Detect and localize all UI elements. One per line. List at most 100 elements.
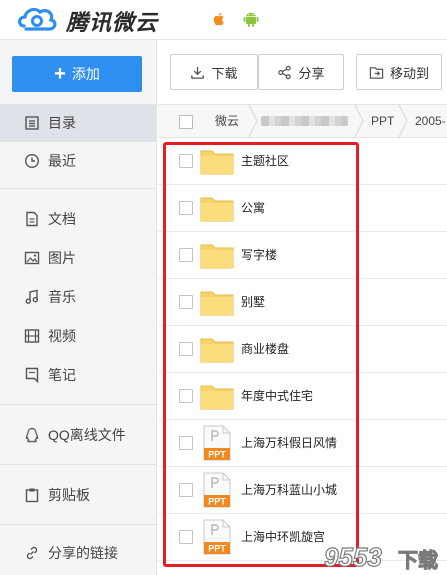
sidebar-item-notes[interactable]: 笔记 [0, 356, 156, 394]
row-checkbox[interactable] [179, 342, 193, 356]
link-icon [26, 546, 38, 560]
sidebar-item-label: 视频 [48, 328, 76, 344]
chevron-right-icon [354, 105, 364, 137]
file-name[interactable]: 年度中式住宅 [241, 373, 313, 420]
file-row[interactable]: 主题社区 [158, 138, 447, 185]
qq-icon [25, 427, 39, 443]
catalog-icon [25, 116, 39, 130]
folder-icon [200, 197, 234, 222]
document-icon [26, 211, 38, 227]
sidebar-item-music[interactable]: 音乐 [0, 278, 156, 316]
sidebar: + 添加 目录 最近 文档 图片 音乐 视频 笔记 QQ离线文件 剪贴板 分享的… [0, 40, 157, 575]
move-to-label: 移动到 [389, 65, 429, 81]
download-label: 下载 [211, 65, 238, 81]
site-watermark: 9553 下载 [323, 541, 438, 572]
sidebar-item-label: 剪贴板 [48, 487, 90, 503]
ppt-badge-text: PPT [208, 544, 226, 554]
row-checkbox[interactable] [179, 530, 193, 544]
sidebar-item-recent[interactable]: 最近 [0, 142, 156, 180]
svg-text:下载: 下载 [398, 548, 438, 572]
row-checkbox[interactable] [179, 201, 193, 215]
sidebar-item-qq-files[interactable]: QQ离线文件 [0, 416, 156, 454]
sidebar-item-label: 图片 [48, 250, 76, 266]
file-name[interactable]: 公寓 [241, 185, 265, 232]
sidebar-item-docs[interactable]: 文档 [0, 200, 156, 238]
download-icon [191, 66, 205, 79]
image-icon [24, 251, 40, 265]
brand-title: 腾讯微云 [66, 10, 159, 35]
share-button[interactable]: 分享 [258, 54, 344, 90]
svg-text:9553: 9553 [324, 542, 382, 572]
select-all-checkbox[interactable] [179, 115, 193, 129]
row-checkbox[interactable] [179, 389, 193, 403]
apple-icon[interactable] [210, 10, 228, 28]
row-checkbox[interactable] [179, 436, 193, 450]
app-header: 腾讯微云 [0, 0, 447, 40]
move-to-button[interactable]: 移动到 [356, 54, 442, 90]
ppt-badge-text: PPT [208, 450, 226, 460]
file-name[interactable]: 商业楼盘 [241, 326, 289, 373]
row-checkbox[interactable] [179, 154, 193, 168]
row-checkbox[interactable] [179, 248, 193, 262]
breadcrumb-current[interactable]: 2005- [415, 105, 446, 137]
sidebar-item-label: 目录 [48, 115, 76, 131]
file-row[interactable]: 年度中式住宅 [158, 373, 447, 420]
folder-icon [200, 291, 234, 316]
file-name[interactable]: 上海万科蓝山小城 [241, 467, 337, 514]
file-name[interactable]: 上海万科假日风情 [241, 420, 337, 467]
clock-icon [24, 153, 40, 169]
clipboard-icon [25, 488, 39, 503]
file-name[interactable]: 主题社区 [241, 138, 289, 185]
chevron-right-icon [248, 105, 258, 137]
sidebar-divider [0, 404, 156, 405]
file-row[interactable]: 商业楼盘 [158, 326, 447, 373]
sidebar-item-label: 文档 [48, 211, 76, 227]
add-button[interactable]: + 添加 [12, 56, 142, 92]
sidebar-item-catalog[interactable]: 目录 [0, 104, 156, 142]
sidebar-item-videos[interactable]: 视频 [0, 317, 156, 355]
sidebar-item-label: 最近 [48, 153, 76, 169]
file-row[interactable]: PPT 上海万科蓝山小城 [158, 467, 447, 514]
file-row[interactable]: 公寓 [158, 185, 447, 232]
move-folder-icon [369, 66, 384, 79]
file-name[interactable]: 写字楼 [241, 232, 277, 279]
download-button[interactable]: 下载 [170, 54, 258, 90]
file-row[interactable]: 写字楼 [158, 232, 447, 279]
file-row[interactable]: PPT 上海万科假日风情 [158, 420, 447, 467]
sidebar-item-images[interactable]: 图片 [0, 239, 156, 277]
sidebar-item-label: 笔记 [48, 367, 76, 383]
ppt-file-icon: PPT [203, 472, 231, 508]
breadcrumb: 微云 PPT 2005- [158, 104, 447, 138]
sidebar-item-label: QQ离线文件 [48, 427, 126, 443]
sidebar-divider [0, 464, 156, 465]
file-name[interactable]: 上海中环凯旋宫 [241, 514, 325, 561]
breadcrumb-folder[interactable]: PPT [371, 105, 394, 137]
breadcrumb-root[interactable]: 微云 [215, 105, 239, 137]
android-icon[interactable] [242, 10, 260, 28]
chevron-right-icon [398, 105, 408, 137]
share-label: 分享 [298, 65, 325, 81]
sidebar-divider [0, 524, 156, 525]
share-icon [278, 65, 292, 79]
ppt-file-icon: PPT [203, 519, 231, 555]
weiyun-cloud-logo[interactable] [16, 4, 58, 34]
music-icon [25, 289, 39, 304]
sidebar-item-clipboard[interactable]: 剪贴板 [0, 476, 156, 514]
file-name[interactable]: 别墅 [241, 279, 265, 326]
row-checkbox[interactable] [179, 483, 193, 497]
plus-icon: + [54, 63, 66, 85]
ppt-badge-text: PPT [208, 497, 226, 507]
ppt-file-icon: PPT [203, 425, 231, 461]
add-button-label: 添加 [71, 66, 100, 82]
file-row[interactable]: 别墅 [158, 279, 447, 326]
sidebar-item-shared-links[interactable]: 分享的链接 [0, 534, 156, 572]
folder-icon [200, 385, 234, 410]
video-icon [24, 329, 40, 343]
folder-icon [200, 244, 234, 269]
toolbar: 下载 分享 移动到 [158, 40, 447, 104]
note-icon [25, 367, 39, 383]
sidebar-item-label: 分享的链接 [48, 545, 118, 561]
sidebar-divider [0, 188, 156, 189]
breadcrumb-blurred-segment [261, 116, 348, 126]
row-checkbox[interactable] [179, 295, 193, 309]
